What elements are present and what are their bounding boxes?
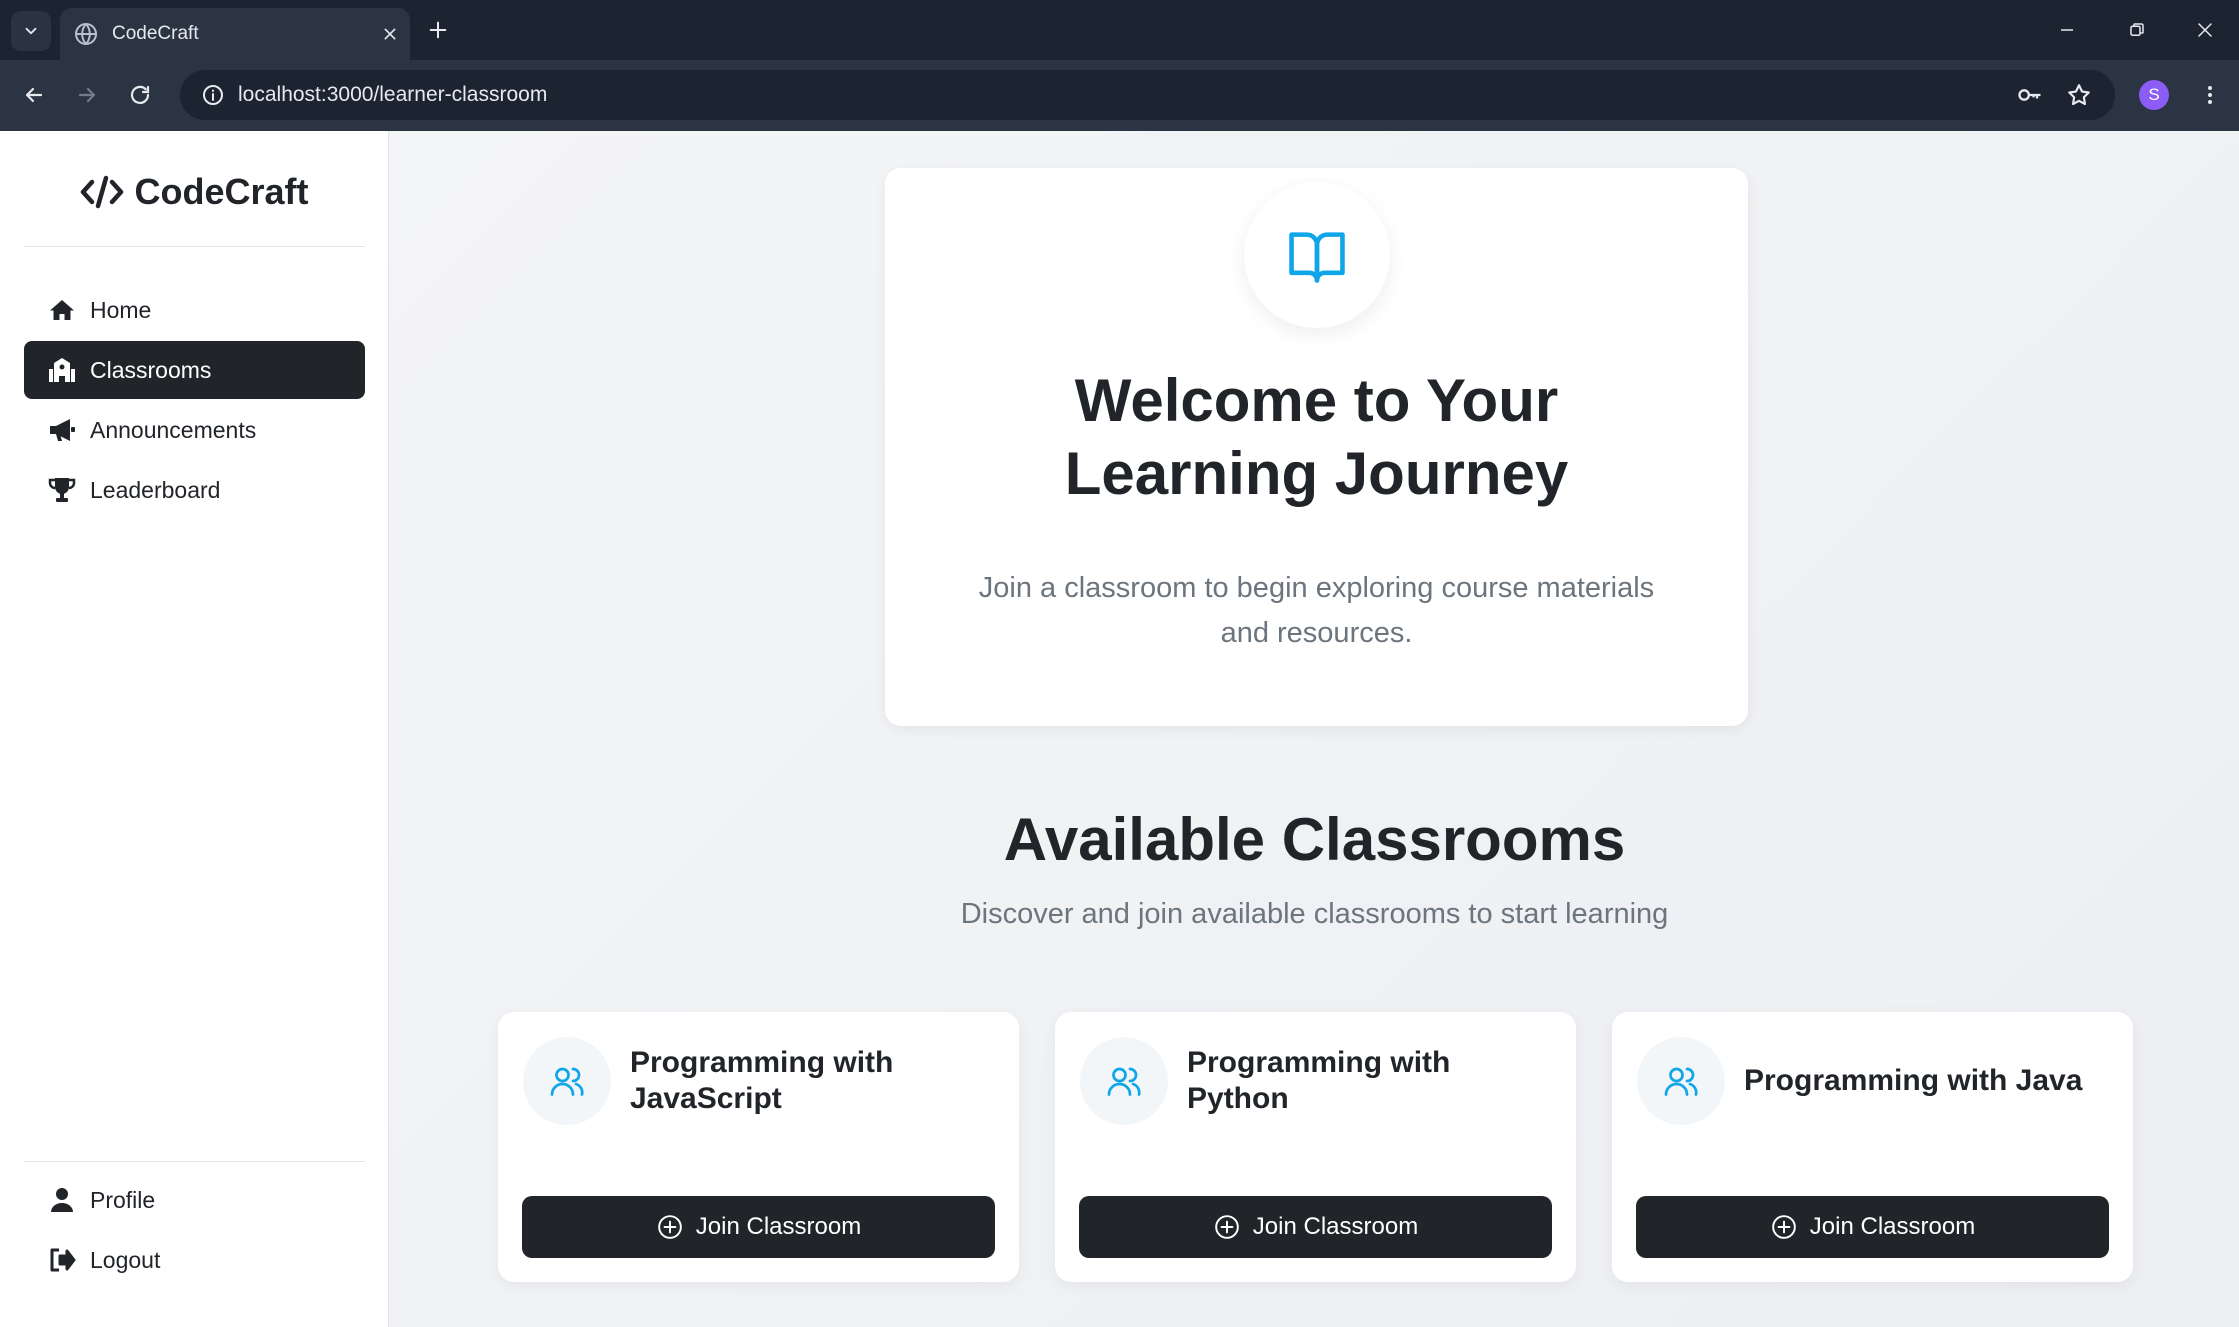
hero-title-line-2: Learning Journey (1064, 440, 1569, 507)
brand-logo[interactable]: CodeCraft (0, 171, 389, 213)
arrow-right-icon (78, 87, 96, 103)
sidebar-item-label: Profile (90, 1186, 156, 1213)
sidebar-bottom-nav: Profile Logout (24, 1171, 365, 1291)
minimize-icon (2061, 29, 2073, 31)
brand-name: CodeCraft (134, 171, 309, 212)
sidebar-item-home[interactable]: Home (24, 281, 365, 339)
reload-icon (130, 85, 150, 104)
new-tab-button[interactable] (418, 10, 458, 50)
hero-subtitle: Join a classroom to begin exploring cour… (955, 566, 1678, 656)
plus-circle-icon (1213, 1213, 1241, 1241)
classroom-card-javascript: Programming with JavaScript Join Classro… (498, 1012, 1019, 1282)
code-icon (81, 175, 124, 209)
users-icon (1080, 1037, 1168, 1125)
sidebar-item-profile[interactable]: Profile (24, 1171, 365, 1229)
sidebar-item-label: Home (90, 296, 152, 323)
section-subtitle: Discover and join available classrooms t… (960, 898, 1669, 930)
chevron-down-icon (25, 27, 37, 35)
star-icon (2068, 84, 2090, 106)
welcome-card: Welcome to Your Learning Journey Join a … (885, 168, 1748, 726)
school-icon (48, 356, 76, 384)
sidebar-item-leaderboard[interactable]: Leaderboard (24, 461, 365, 519)
arrow-left-icon (25, 87, 43, 103)
join-button-label: Join Classroom (1252, 1213, 1419, 1240)
megaphone-icon (48, 416, 76, 444)
users-icon (523, 1037, 611, 1125)
classroom-title: Programming with JavaScript (630, 1046, 894, 1115)
hero-title: Welcome to Your Learning Journey (885, 364, 1748, 510)
sidebar-item-announcements[interactable]: Announcements (24, 401, 365, 459)
classroom-card-java: Programming with Java Join Classroom (1612, 1012, 2133, 1282)
tab-close-icon[interactable] (370, 14, 410, 54)
address-bar[interactable]: localhost:3000/learner-classroom (180, 70, 2115, 120)
tab-title: CodeCraft (112, 23, 199, 44)
sidebar-item-label: Logout (90, 1246, 161, 1273)
globe-icon (75, 23, 97, 45)
join-classroom-button[interactable]: Join Classroom (1079, 1196, 1552, 1258)
sidebar-item-label: Announcements (90, 416, 257, 443)
join-classroom-button[interactable]: Join Classroom (1636, 1196, 2109, 1258)
users-icon (1637, 1037, 1725, 1125)
plus-circle-icon (656, 1213, 684, 1241)
sidebar-item-logout[interactable]: Logout (24, 1231, 365, 1289)
user-icon (48, 1186, 76, 1214)
classroom-card-python: Programming with Python Join Classroom (1055, 1012, 1576, 1282)
classroom-title: Programming with Python (1187, 1046, 1451, 1115)
plus-icon (429, 21, 447, 39)
browser-tab[interactable]: CodeCraft (60, 8, 410, 60)
close-icon (2198, 23, 2212, 37)
url-text: localhost:3000/learner-classroom (238, 83, 548, 106)
site-info-icon[interactable] (188, 70, 238, 120)
bookmark-button[interactable] (2059, 75, 2099, 115)
sidebar-item-classrooms[interactable]: Classrooms (24, 341, 365, 399)
tab-search-button[interactable] (11, 11, 51, 51)
restore-button[interactable] (2102, 0, 2172, 60)
classroom-title: Programming with Java (1744, 1064, 2083, 1097)
hero-subtitle-line-1: Join a classroom to begin exploring cour… (978, 572, 1655, 604)
logout-icon (48, 1246, 76, 1274)
sidebar-divider-bottom (24, 1161, 365, 1162)
sidebar-nav: Home Classrooms Announcements Leaderboar… (24, 281, 365, 521)
main-content: Welcome to Your Learning Journey Join a … (390, 131, 2239, 1327)
sidebar-item-label: Leaderboard (90, 476, 221, 503)
restore-icon (2130, 23, 2144, 36)
key-icon (2018, 89, 2041, 101)
sidebar-divider-top (24, 246, 365, 247)
browser-toolbar: localhost:3000/learner-classroom (0, 60, 2239, 131)
browser-tab-bar: CodeCraft (0, 0, 2239, 60)
reload-button[interactable] (120, 75, 160, 115)
sidebar: CodeCraft Home Classrooms Announcements (0, 131, 389, 1327)
join-button-label: Join Classroom (1809, 1213, 1976, 1240)
hero-title-line-1: Welcome to Your (1074, 367, 1559, 434)
more-vertical-icon (2208, 86, 2212, 104)
profile-avatar[interactable]: S (2139, 80, 2169, 110)
trophy-icon (48, 476, 76, 504)
home-icon (48, 296, 76, 324)
book-open-icon (1289, 232, 1345, 283)
plus-circle-icon (1770, 1213, 1798, 1241)
section-title: Available Classrooms (1003, 806, 1626, 873)
forward-button[interactable] (67, 75, 107, 115)
hero-icon-circle (1244, 182, 1390, 328)
back-button[interactable] (14, 75, 54, 115)
join-button-label: Join Classroom (695, 1213, 862, 1240)
minimize-button[interactable] (2032, 0, 2102, 60)
browser-menu-button[interactable] (2190, 75, 2230, 115)
hero-subtitle-line-2: and resources. (1220, 617, 1413, 649)
join-classroom-button[interactable]: Join Classroom (522, 1196, 995, 1258)
password-key-button[interactable] (2010, 75, 2050, 115)
sidebar-item-label: Classrooms (90, 356, 212, 383)
window-close-button[interactable] (2170, 0, 2239, 60)
